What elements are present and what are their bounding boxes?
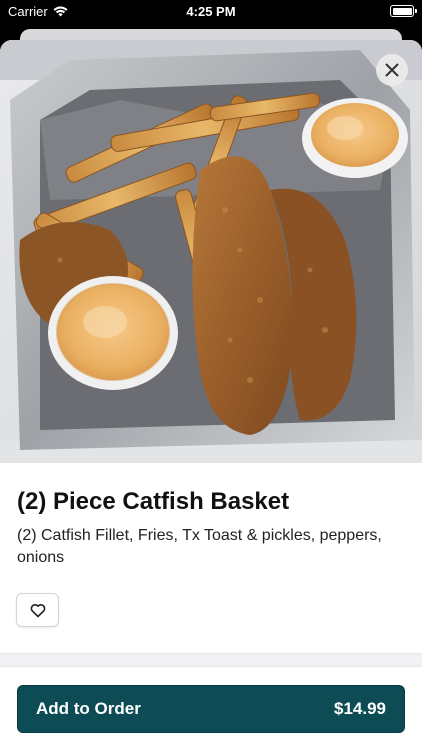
item-title: (2) Piece Catfish Basket (17, 488, 290, 515)
item-detail-sheet: (2) Piece Catfish Basket (2) Catfish Fil… (0, 40, 422, 750)
add-to-order-button[interactable]: Add to Order $14.99 (17, 685, 405, 733)
close-icon (385, 63, 399, 77)
favorite-button[interactable] (16, 593, 59, 627)
add-to-order-label: Add to Order (36, 699, 141, 718)
heart-outline-icon (30, 603, 45, 617)
status-bar: Carrier 4:25 PM (0, 0, 422, 24)
item-price: $14.99 (334, 699, 386, 718)
status-time: 4:25 PM (186, 4, 236, 19)
close-button[interactable] (376, 54, 408, 86)
item-photo (0, 40, 422, 463)
battery-icon (390, 5, 417, 17)
item-description: (2) Catfish Fillet, Fries, Tx Toast & pi… (17, 527, 382, 566)
section-divider (0, 653, 422, 667)
